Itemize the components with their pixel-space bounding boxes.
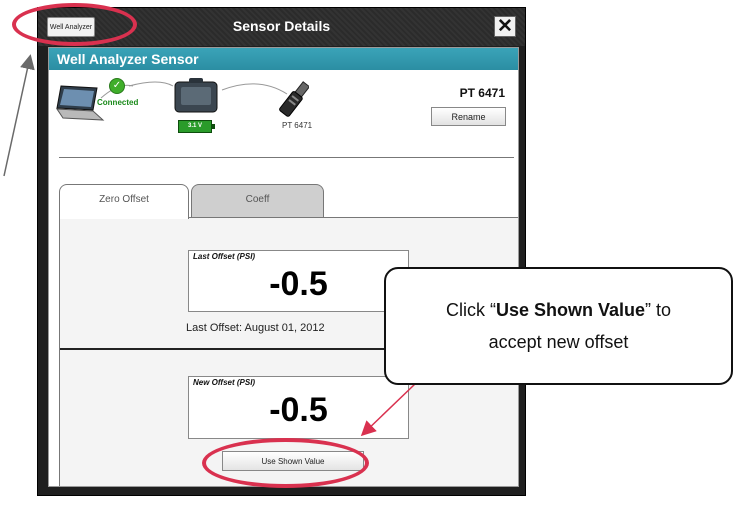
callout-prefix: Click “ [445,300,496,320]
callout-suffix: ” to [645,300,672,320]
tab-zero-offset[interactable]: Zero Offset [59,184,189,219]
instruction-callout: Click “Use Shown Value” to accept new of… [384,267,733,385]
pointer-arrow-back [3,54,35,177]
annotation-arrows [3,54,416,437]
callout-bold: Use Shown Value [495,300,646,320]
pointer-arrow-button [360,383,416,437]
callout-line2: accept new offset [488,332,629,352]
